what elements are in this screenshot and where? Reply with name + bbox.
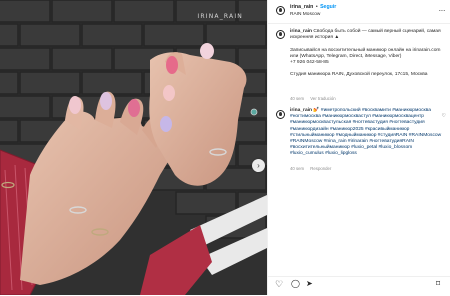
header-username[interactable]: irina_rain bbox=[290, 4, 313, 10]
follow-button[interactable]: Seguir bbox=[320, 4, 336, 10]
comment-hashtags[interactable]: #иметропольский #восквамити #маникюрмоск… bbox=[290, 108, 441, 156]
manicure-photo-illustration bbox=[0, 0, 267, 295]
bookmark-icon[interactable]: ⌑ bbox=[436, 280, 440, 288]
avatar[interactable] bbox=[276, 6, 285, 15]
reply-button[interactable]: Responder bbox=[310, 166, 331, 171]
instagram-post-view: IRINA_RAIN › irina_rain • Seguir RAIN Mo… bbox=[0, 0, 450, 295]
post-actions-bar: ♡ ◯ ➤ ⌑ bbox=[268, 276, 450, 296]
caption-time: 40 sem bbox=[290, 96, 305, 101]
comment-username[interactable]: irina_rain bbox=[290, 108, 312, 113]
separator-dot: • bbox=[315, 4, 318, 10]
comments-section: irina_rain Свобода быть собой — самый ве… bbox=[268, 23, 450, 275]
caption-text: irina_rain Свобода быть собой — самый ве… bbox=[290, 29, 442, 79]
chevron-right-icon: › bbox=[257, 160, 260, 170]
header-user-line: irina_rain • Seguir bbox=[290, 4, 336, 10]
post-sidebar: irina_rain • Seguir RAIN Moscow ··· irin… bbox=[267, 0, 450, 295]
heart-icon[interactable]: ♡ bbox=[275, 280, 283, 289]
see-translation-link[interactable]: Ver tradución bbox=[310, 96, 335, 101]
share-icon[interactable]: ➤ bbox=[306, 280, 313, 288]
post-header: irina_rain • Seguir RAIN Moscow ··· bbox=[268, 0, 450, 24]
nail-emoji: 💅 bbox=[313, 108, 320, 113]
photo-watermark: IRINA_RAIN bbox=[197, 13, 243, 20]
caption-username[interactable]: irina_rain bbox=[290, 29, 312, 34]
heart-outline-icon[interactable]: ♡ bbox=[442, 113, 446, 119]
caption-meta: 40 sem Ver tradución bbox=[290, 96, 341, 101]
caption-body: Свобода быть собой — самый верный сценар… bbox=[290, 29, 441, 78]
caption-avatar[interactable] bbox=[276, 30, 285, 39]
comment-icon[interactable]: ◯ bbox=[291, 280, 300, 288]
comment-time: 40 sem bbox=[290, 166, 305, 171]
comment-meta: 40 sem Responder bbox=[290, 166, 336, 171]
more-icon[interactable]: ··· bbox=[439, 6, 446, 15]
location-link[interactable]: RAIN Moscow bbox=[290, 12, 320, 17]
comment-avatar[interactable] bbox=[276, 110, 285, 119]
comment-text: irina_rain 💅 #иметропольский #восквамити… bbox=[290, 108, 442, 158]
next-photo-button[interactable]: › bbox=[252, 159, 265, 172]
post-photo[interactable]: IRINA_RAIN › bbox=[0, 0, 267, 295]
